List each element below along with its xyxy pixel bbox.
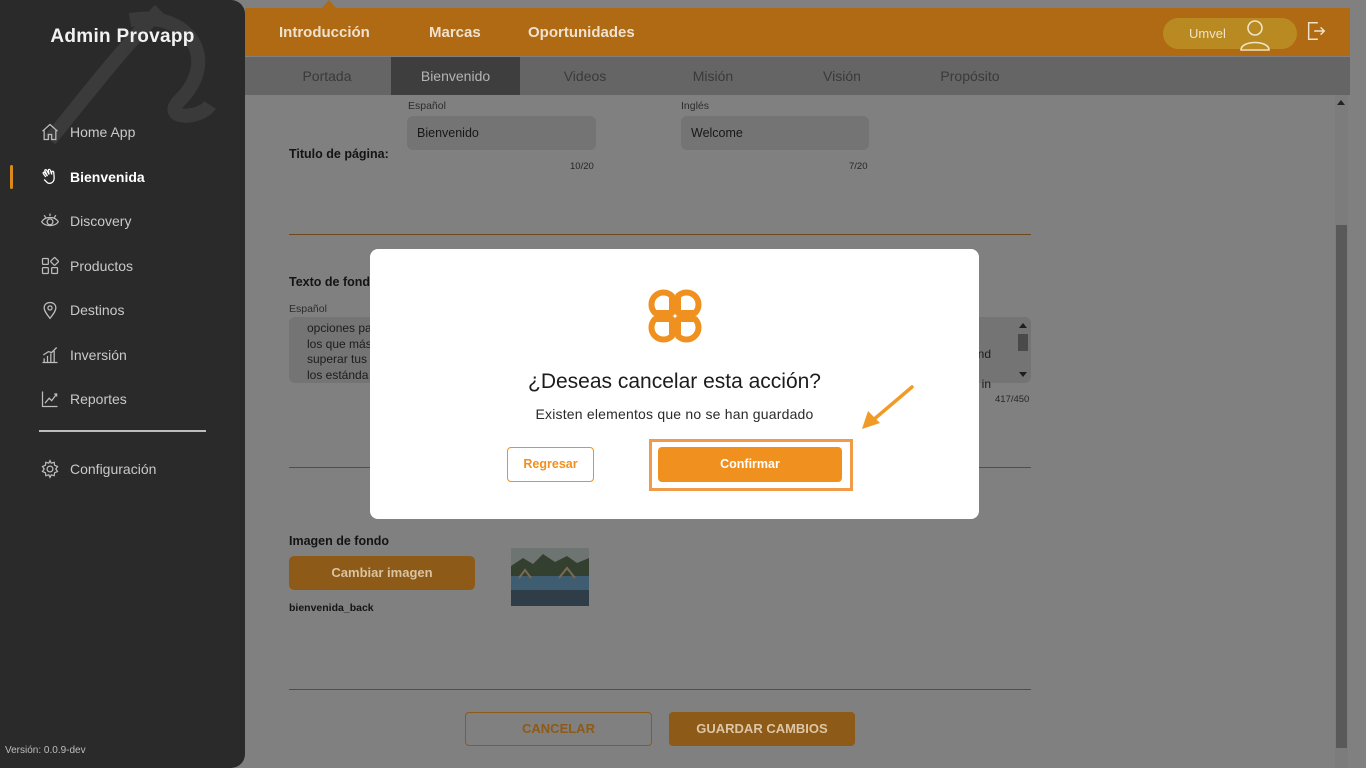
background-image-label: Imagen de fondo [289, 534, 389, 548]
subtab-proposito[interactable]: Propósito [924, 57, 1016, 95]
user-menu[interactable]: Umvel [1163, 18, 1297, 51]
sidebar-item-label: Productos [70, 257, 134, 274]
subtab-bienvenido[interactable]: Bienvenido [391, 57, 520, 95]
active-tab-indicator [322, 0, 336, 8]
confirm-button[interactable]: Confirmar [658, 447, 842, 482]
sidebar-item-label: Configuración [70, 461, 157, 478]
text-line: in [981, 377, 991, 391]
sidebar-item-productos[interactable]: Productos [0, 244, 245, 289]
scrollbar-thumb[interactable] [1336, 225, 1347, 748]
title-en-counter: 7/20 [849, 161, 868, 172]
sidebar-item-label: Home App [70, 124, 136, 141]
textarea-scrollbar[interactable] [1017, 320, 1029, 380]
text-line: nd [977, 347, 991, 361]
sidebar: Admin Provapp Home App Bienvenida Discov… [0, 0, 245, 768]
logout-icon [1307, 22, 1326, 40]
text-line: opciones pa [307, 321, 372, 335]
subtab-vision[interactable]: Visión [796, 57, 888, 95]
sub-tabs: Portada Bienvenido Videos Misión Visión … [245, 57, 1350, 95]
version-label: Versión: 0.0.9-dev [5, 745, 86, 756]
divider [289, 234, 1031, 235]
sidebar-item-destinos[interactable]: Destinos [0, 288, 245, 333]
map-pin-icon [39, 299, 61, 321]
sidebar-item-label: Discovery [70, 213, 132, 230]
text-en-content: nd in [978, 339, 991, 399]
sidebar-item-bienvenida[interactable]: Bienvenida [0, 155, 245, 200]
text-line: los estánda [307, 367, 369, 382]
cancel-button[interactable]: CANCELAR [465, 712, 652, 746]
text-es-content: opciones pa los que más superar tus los … [307, 321, 372, 383]
text-spanish-label: Español [289, 303, 327, 315]
sidebar-item-label: Bienvenida [70, 168, 145, 185]
tab-marcas[interactable]: Marcas [429, 24, 481, 41]
title-en-input[interactable]: Welcome [681, 116, 869, 150]
title-es-counter: 10/20 [570, 161, 594, 172]
divider [289, 689, 1031, 690]
annotation-arrow-icon [862, 385, 914, 429]
subtab-portada[interactable]: Portada [281, 57, 373, 95]
bar-chart-icon [39, 344, 61, 366]
sidebar-item-home-app[interactable]: Home App [0, 110, 245, 155]
sidebar-item-reportes[interactable]: Reportes [0, 377, 245, 422]
sidebar-item-label: Reportes [70, 391, 127, 408]
english-label: Inglés [681, 100, 710, 112]
sidebar-item-inversion[interactable]: Inversión [0, 333, 245, 378]
background-image-thumbnail [511, 548, 589, 606]
hand-wave-icon [39, 166, 61, 188]
subtab-mision[interactable]: Misión [667, 57, 759, 95]
page-title-label: Titulo de página: [289, 147, 389, 161]
back-button[interactable]: Regresar [507, 447, 594, 482]
sidebar-item-discovery[interactable]: Discovery [0, 199, 245, 244]
grid-icon [39, 255, 61, 277]
sidebar-item-configuracion[interactable]: Configuración [0, 447, 245, 492]
scroll-up-icon[interactable] [1337, 100, 1345, 105]
app-title: Admin Provapp [50, 26, 195, 47]
sidebar-item-label: Destinos [70, 302, 125, 319]
home-icon [39, 121, 61, 143]
sidebar-nav: Home App Bienvenida Discovery Productos … [0, 110, 245, 422]
title-es-input[interactable]: Bienvenido [407, 116, 596, 150]
image-filename: bienvenida_back [289, 602, 374, 614]
top-nav-bar: Introducción Marcas Oportunidades Umvel [245, 0, 1350, 56]
page-scrollbar[interactable] [1335, 95, 1348, 768]
tab-introduccion[interactable]: Introducción [279, 24, 370, 41]
gear-icon [39, 458, 61, 480]
eye-icon [39, 210, 61, 232]
tab-oportunidades[interactable]: Oportunidades [528, 24, 635, 41]
user-name: Umvel [1189, 26, 1226, 41]
clover-logo-icon [648, 289, 702, 343]
background-text-label: Texto de fond [289, 275, 371, 289]
sidebar-item-label: Inversión [70, 346, 127, 363]
change-image-button[interactable]: Cambiar imagen [289, 556, 475, 590]
user-avatar-icon [1240, 20, 1270, 51]
subtab-videos[interactable]: Videos [539, 57, 631, 95]
save-changes-button[interactable]: GUARDAR CAMBIOS [669, 712, 855, 746]
logout-button[interactable] [1305, 20, 1327, 42]
spanish-label: Español [408, 100, 446, 112]
sidebar-divider [39, 430, 206, 432]
text-line: los que más [307, 336, 372, 351]
line-chart-icon [39, 388, 61, 410]
text-counter: 417/450 [995, 394, 1030, 405]
text-line: superar tus [307, 352, 368, 366]
